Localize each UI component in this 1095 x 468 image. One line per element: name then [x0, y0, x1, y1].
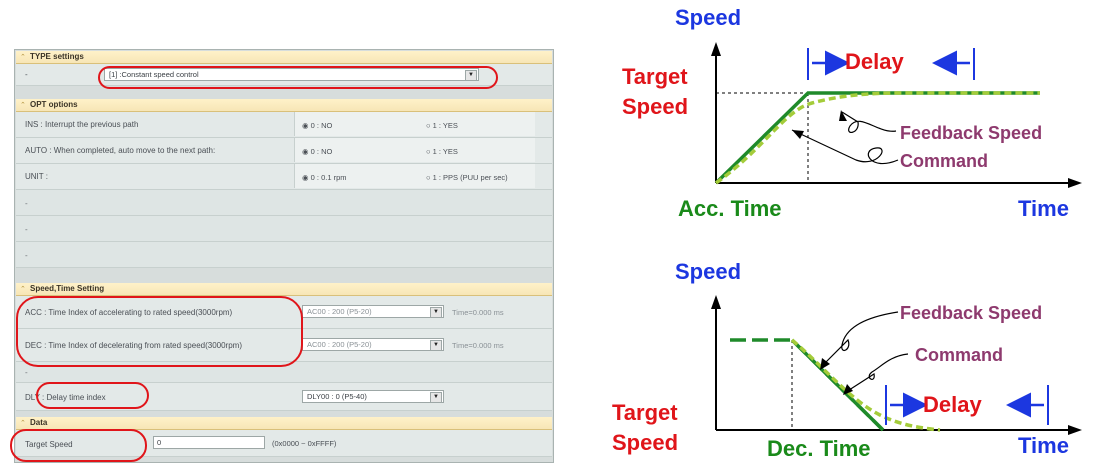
speed-time-title: Speed,Time Setting	[30, 284, 105, 293]
top-x-arrow-icon	[1068, 178, 1082, 188]
dec-time: Time=0.000 ms	[452, 341, 504, 350]
top-x-label: Time	[1018, 196, 1069, 221]
speed-time-header[interactable]: ⌃ Speed,Time Setting	[16, 283, 552, 296]
bottom-command-line	[790, 338, 885, 432]
blank-dash: -	[25, 368, 28, 377]
blank-dash: -	[25, 199, 28, 208]
unit-radio-1[interactable]: ○ 1 : PPS (PUU per sec)	[426, 173, 508, 182]
chevron-down-icon[interactable]: ▼	[430, 340, 442, 350]
type-select-highlight	[98, 66, 498, 89]
collapse-icon[interactable]: ⌃	[20, 419, 26, 427]
top-feedback-pointer	[841, 111, 897, 133]
opt-row-ins: INS : Interrupt the previous path ◉ 0 : …	[16, 112, 552, 138]
bottom-command-label: Command	[915, 345, 1004, 365]
opt-options-title: OPT options	[30, 100, 78, 109]
top-delay-label: Delay	[845, 49, 904, 74]
target-speed-input[interactable]: 0	[153, 436, 265, 449]
bottom-feedback-label: Feedback Speed	[900, 303, 1043, 323]
ins-label: INS : Interrupt the previous path	[25, 120, 139, 129]
acc-dec-highlight	[16, 296, 303, 367]
top-y-label: Speed	[675, 5, 742, 30]
unit-label: UNIT :	[25, 172, 48, 181]
chevron-down-icon[interactable]: ▼	[430, 307, 442, 317]
type-settings-header[interactable]: ⌃ TYPE settings	[16, 51, 552, 64]
dly-highlight	[36, 382, 149, 409]
blank-row: -	[16, 216, 552, 242]
bottom-y-arrow-icon	[711, 295, 721, 309]
type-settings-title: TYPE settings	[30, 52, 84, 61]
bottom-target-label-1: Target	[612, 400, 678, 425]
acc-time: Time=0.000 ms	[452, 308, 504, 317]
type-dash: -	[25, 70, 28, 79]
collapse-icon[interactable]: ⌃	[20, 285, 26, 293]
top-target-label-1: Target	[622, 64, 688, 89]
bottom-x-label: Time	[1018, 433, 1069, 458]
unit-radio-0[interactable]: ◉ 0 : 0.1 rpm	[302, 173, 347, 182]
target-speed-range: (0x0000 ~ 0xFFFF)	[272, 439, 337, 448]
auto-label: AUTO : When completed, auto move to the …	[25, 146, 216, 155]
collapse-icon[interactable]: ⌃	[20, 53, 26, 61]
chevron-down-icon[interactable]: ▼	[430, 392, 442, 402]
top-acc-label: Acc. Time	[678, 196, 782, 221]
opt-row-unit: UNIT : ◉ 0 : 0.1 rpm ○ 1 : PPS (PUU per …	[16, 164, 552, 190]
bottom-y-label: Speed	[675, 259, 742, 284]
auto-radio-0[interactable]: ◉ 0 : NO	[302, 147, 332, 156]
collapse-icon[interactable]: ⌃	[20, 101, 26, 109]
opt-options-header[interactable]: ⌃ OPT options	[16, 99, 552, 112]
top-feedback-label: Feedback Speed	[900, 123, 1043, 143]
target-speed-highlight	[10, 429, 147, 462]
blank-row: -	[16, 242, 552, 268]
bottom-x-arrow-icon	[1068, 425, 1082, 435]
top-command-pointer-head	[792, 130, 804, 139]
bottom-target-label-2: Speed	[612, 430, 679, 455]
top-feedback-pointer-head	[839, 110, 847, 121]
path-settings-panel: ⌃ TYPE settings - [1] :Constant speed co…	[10, 49, 554, 463]
data-title: Data	[30, 418, 48, 427]
blank-row: -	[16, 190, 552, 216]
blank-dash: -	[25, 225, 28, 234]
speed-time-diagrams: Speed Target Speed Delay Feedback Speed …	[560, 0, 1095, 463]
bottom-feedback-pointer	[821, 311, 899, 367]
top-target-label-2: Speed	[622, 94, 689, 119]
bottom-command-pointer	[845, 353, 909, 393]
top-command-label: Command	[900, 151, 989, 171]
bottom-delay-label: Delay	[923, 392, 982, 417]
dec-select[interactable]: AC00 : 200 (P5-20) ▼	[302, 338, 444, 351]
blank-dash: -	[25, 251, 28, 260]
opt-row-auto: AUTO : When completed, auto move to the …	[16, 138, 552, 164]
ins-radio-1[interactable]: ○ 1 : YES	[426, 121, 458, 130]
auto-radio-1[interactable]: ○ 1 : YES	[426, 147, 458, 156]
ins-radio-0[interactable]: ◉ 0 : NO	[302, 121, 332, 130]
bottom-dec-label: Dec. Time	[767, 436, 871, 461]
dly-select[interactable]: DLY00 : 0 (P5-40) ▼	[302, 390, 444, 403]
acc-select[interactable]: AC00 : 200 (P5-20) ▼	[302, 305, 444, 318]
top-y-arrow-icon	[711, 42, 721, 56]
